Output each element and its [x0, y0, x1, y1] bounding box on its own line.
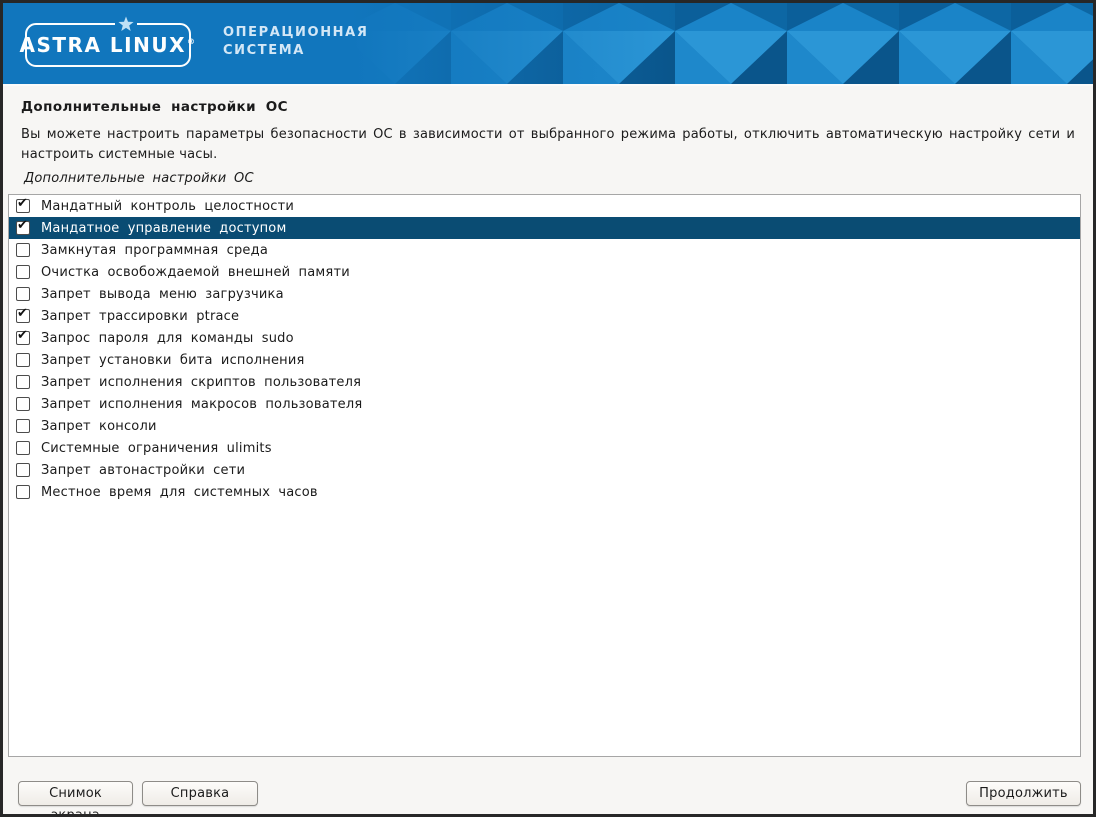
brand-line1: ОПЕРАЦИОННАЯ	[223, 24, 368, 42]
checkbox-checked-icon[interactable]: ✔	[16, 199, 30, 213]
checkbox-unchecked-icon[interactable]: ✔	[16, 419, 30, 433]
header-banner: ASTRA LINUX® ОПЕРАЦИОННАЯ СИСТЕМА	[3, 3, 1093, 86]
option-label: Запрет вывода меню загрузчика	[41, 287, 284, 302]
option-label: Очистка освобождаемой внешней памяти	[41, 265, 350, 280]
option-label: Местное время для системных часов	[41, 485, 318, 500]
checkbox-unchecked-icon[interactable]: ✔	[16, 485, 30, 499]
checkbox-checked-icon[interactable]: ✔	[16, 221, 30, 235]
checkbox-unchecked-icon[interactable]: ✔	[16, 287, 30, 301]
option-label: Запрос пароля для команды sudo	[41, 331, 294, 346]
option-row[interactable]: ✔ Мандатное управление доступом	[9, 217, 1080, 239]
option-row[interactable]: ✔ Запрет исполнения скриптов пользователя	[9, 371, 1080, 393]
brand-text: ОПЕРАЦИОННАЯ СИСТЕМА	[223, 24, 368, 60]
installer-window: ASTRA LINUX® ОПЕРАЦИОННАЯ СИСТЕМА Дополн…	[0, 0, 1096, 817]
option-row[interactable]: ✔ Очистка освобождаемой внешней памяти	[9, 261, 1080, 283]
option-row[interactable]: ✔ Запрет установки бита исполнения	[9, 349, 1080, 371]
checkbox-unchecked-icon[interactable]: ✔	[16, 243, 30, 257]
checkbox-unchecked-icon[interactable]: ✔	[16, 353, 30, 367]
option-row[interactable]: ✔ Запрет автонастройки сети	[9, 459, 1080, 481]
option-label: Мандатный контроль целостности	[41, 199, 294, 214]
option-label: Запрет трассировки ptrace	[41, 309, 239, 324]
continue-button[interactable]: Продолжить	[966, 781, 1081, 806]
option-label: Запрет автонастройки сети	[41, 463, 245, 478]
page-title: Дополнительные настройки ОС	[3, 86, 1093, 115]
checkbox-checked-icon[interactable]: ✔	[16, 331, 30, 345]
option-row[interactable]: ✔ Запрет исполнения макросов пользователя	[9, 393, 1080, 415]
option-label: Запрет исполнения скриптов пользователя	[41, 375, 361, 390]
option-row[interactable]: ✔ Запрет консоли	[9, 415, 1080, 437]
checkbox-unchecked-icon[interactable]: ✔	[16, 397, 30, 411]
option-row[interactable]: ✔ Местное время для системных часов	[9, 481, 1080, 503]
option-label: Запрет установки бита исполнения	[41, 353, 305, 368]
checkbox-unchecked-icon[interactable]: ✔	[16, 375, 30, 389]
footer-bar: Снимок экрана Справка Продолжить	[3, 781, 1093, 807]
checkbox-unchecked-icon[interactable]: ✔	[16, 441, 30, 455]
option-row[interactable]: ✔ Запрет трассировки ptrace	[9, 305, 1080, 327]
option-row[interactable]: ✔ Запрет вывода меню загрузчика	[9, 283, 1080, 305]
logo-text: ASTRA LINUX®	[20, 33, 197, 57]
checkbox-unchecked-icon[interactable]: ✔	[16, 463, 30, 477]
page-description: Вы можете настроить параметры безопаснос…	[21, 125, 1075, 164]
main-content: Дополнительные настройки ОС Вы можете на…	[3, 86, 1093, 815]
option-label: Запрет консоли	[41, 419, 157, 434]
option-label: Замкнутая программная среда	[41, 243, 268, 258]
checkbox-unchecked-icon[interactable]: ✔	[16, 265, 30, 279]
option-row[interactable]: ✔ Системные ограничения ulimits	[9, 437, 1080, 459]
page-caption: Дополнительные настройки ОС	[24, 171, 1075, 186]
brand-line2: СИСТЕМА	[223, 42, 368, 60]
checkbox-checked-icon[interactable]: ✔	[16, 309, 30, 323]
screenshot-button[interactable]: Снимок экрана	[18, 781, 133, 806]
option-label: Запрет исполнения макросов пользователя	[41, 397, 362, 412]
option-row[interactable]: ✔ Замкнутая программная среда	[9, 239, 1080, 261]
help-button[interactable]: Справка	[142, 781, 258, 806]
option-row[interactable]: ✔ Мандатный контроль целостности	[9, 195, 1080, 217]
registered-mark: ®	[187, 37, 197, 46]
star-icon	[115, 16, 137, 34]
options-list: ✔ Мандатный контроль целостности ✔ Мандатно…	[8, 194, 1081, 757]
option-label: Мандатное управление доступом	[41, 221, 286, 236]
option-label: Системные ограничения ulimits	[41, 441, 272, 456]
option-row[interactable]: ✔ Запрос пароля для команды sudo	[9, 327, 1080, 349]
astra-linux-logo: ASTRA LINUX®	[25, 23, 191, 67]
